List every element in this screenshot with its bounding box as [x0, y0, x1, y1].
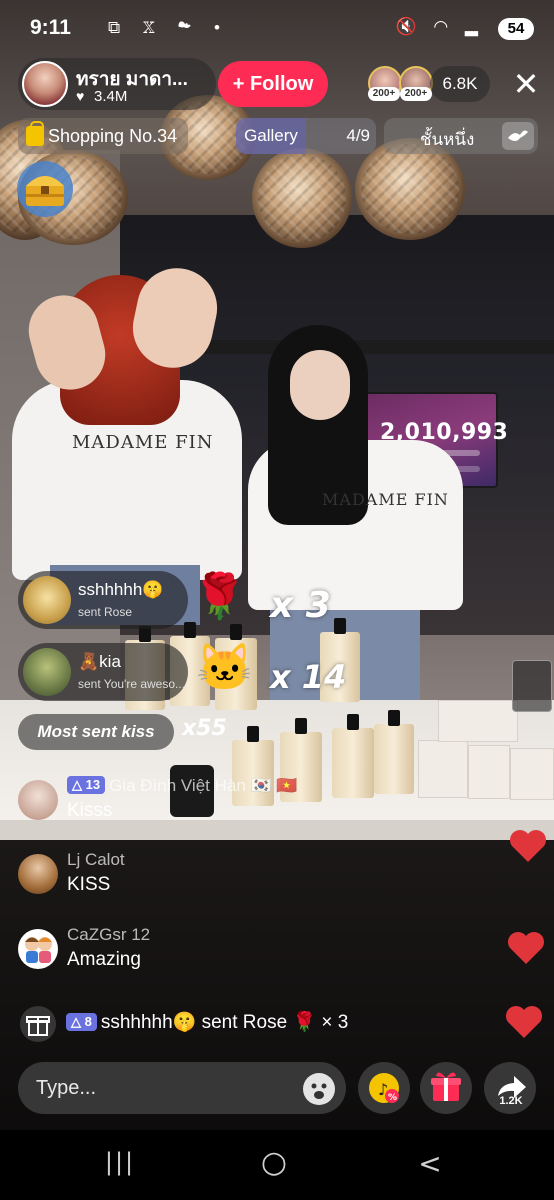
- commenter-avatar[interactable]: [18, 780, 58, 820]
- shirt-print: MADAME FIN: [322, 490, 449, 509]
- share-count: 1.2K: [499, 1095, 523, 1107]
- song-label: ชั้นหนึ่ง: [420, 130, 475, 149]
- svg-text:%: %: [388, 1093, 397, 1103]
- comment-text: Kisss: [67, 800, 113, 821]
- gift-description: sent Rose: [78, 605, 133, 619]
- host-profile[interactable]: ทราย มาดา... ♥ 3.4M: [18, 58, 216, 110]
- host-avatar[interactable]: [22, 61, 68, 107]
- shirt-print: MADAME FIN: [72, 432, 214, 453]
- home-button[interactable]: ○: [244, 1148, 304, 1184]
- rose-gift-icon: 🌹: [192, 572, 247, 621]
- host-right-face: [290, 350, 350, 420]
- heart-icon: [506, 1006, 542, 1038]
- comment[interactable]: CaZGsr 12 Amazing: [18, 925, 418, 985]
- comment-input[interactable]: [18, 1062, 346, 1114]
- gallery-label: Gallery: [236, 118, 306, 154]
- comment-text: Amazing: [67, 949, 141, 970]
- gift-multiplier: x 3: [270, 585, 331, 626]
- heart-icon: [508, 932, 544, 964]
- product-box: [468, 745, 510, 799]
- emoji-icon[interactable]: [302, 1072, 336, 1106]
- gift-description: sent You're aweso...: [78, 677, 186, 691]
- system-nav-bar: ||| ○ <: [0, 1130, 554, 1200]
- gift-sender-name: sshhhhh🤫: [78, 580, 164, 599]
- cat-gift-icon: 🐱: [196, 641, 254, 693]
- shopping-label: Shopping No.34: [48, 126, 178, 146]
- gift-notification[interactable]: sshhhhh🤫 sent Rose: [18, 571, 188, 629]
- gift-message-text: △ 8 sshhhhh🤫 sent Rose 🌹 × 3: [66, 1010, 348, 1034]
- heart-icon: ♥: [76, 88, 85, 104]
- commenter-name: CaZGsr 12: [67, 925, 151, 944]
- gallery-count: 4/9: [346, 126, 370, 145]
- most-sent-label: Most sent kiss: [18, 714, 174, 750]
- notification-icons: ⧉ 𝕏 ☁ •: [108, 18, 229, 37]
- recents-button[interactable]: |||: [90, 1148, 150, 1184]
- battery-icon: 54: [498, 18, 534, 40]
- treasure-chest-icon[interactable]: [14, 160, 76, 218]
- follow-button[interactable]: + Follow: [218, 61, 328, 107]
- level-badge: △ 13: [67, 776, 106, 794]
- commenter-name: △ 13 Gia Đình Việt Hàn 🇰🇷 🇻🇳: [67, 776, 298, 796]
- gift-button[interactable]: [420, 1062, 472, 1114]
- gift-icon: [20, 1006, 56, 1042]
- gift-sender-name: 🧸kia: [78, 652, 121, 671]
- lamp: [252, 148, 352, 248]
- comment-text: KISS: [67, 874, 111, 895]
- host-name: ทราย มาดา...: [76, 69, 188, 90]
- commenter-avatar[interactable]: [18, 854, 58, 894]
- most-sent-multiplier: x55: [182, 716, 227, 741]
- gift-notification[interactable]: 🧸kia sent You're aweso...: [18, 643, 188, 701]
- product-box: [438, 700, 518, 742]
- system-icons: 🔇 ◠ ▂: [395, 17, 484, 36]
- gift-sender-avatar[interactable]: [23, 648, 71, 696]
- commenter-name-text: Gia Đình Việt Hàn 🇰🇷 🇻🇳: [109, 776, 298, 795]
- status-bar: 9:11 ⧉ 𝕏 ☁ • 🔇 ◠ ▂ 54: [0, 0, 554, 58]
- product-box: [418, 740, 468, 798]
- shopping-button[interactable]: Shopping No.34: [18, 118, 188, 154]
- viewer-rank-badge: 200+: [400, 87, 432, 101]
- comment[interactable]: Lj Calot KISS: [18, 850, 418, 910]
- comment[interactable]: △ 13 Gia Đình Việt Hàn 🇰🇷 🇻🇳 Kisss: [18, 776, 418, 836]
- kids-avatar-icon: [25, 937, 52, 963]
- commenter-name: Lj Calot: [67, 850, 125, 869]
- bird-icon: [508, 130, 528, 141]
- gift-multiplier: x 14: [270, 658, 347, 696]
- level-badge: △ 8: [66, 1013, 97, 1031]
- viewer-rank-badge: 200+: [368, 87, 400, 101]
- shopping-bag-icon: [26, 121, 44, 146]
- back-button[interactable]: <: [400, 1148, 460, 1184]
- tiktok-coin-icon: ♪ %: [369, 1073, 399, 1103]
- gift-message: △ 8 sshhhhh🤫 sent Rose 🌹 × 3: [18, 1002, 398, 1042]
- viewer-count[interactable]: 6.8K: [430, 66, 490, 102]
- gift-icon: [431, 1072, 461, 1101]
- gallery-button[interactable]: Gallery 4/9: [236, 118, 376, 154]
- gift-sender-avatar[interactable]: [23, 576, 71, 624]
- song-button[interactable]: ชั้นหนึ่ง: [384, 118, 538, 154]
- host-likes: 3.4M: [94, 88, 128, 105]
- glass-jar: [512, 660, 552, 712]
- commenter-avatar[interactable]: [18, 929, 58, 969]
- product-box: [510, 748, 554, 800]
- status-time: 9:11: [30, 16, 71, 39]
- heart-icon: [510, 830, 546, 862]
- close-icon[interactable]: ✕: [508, 66, 544, 102]
- gift-message-content: sshhhhh🤫 sent Rose 🌹 × 3: [100, 1012, 349, 1033]
- tiktok-coin-button[interactable]: ♪ %: [358, 1062, 410, 1114]
